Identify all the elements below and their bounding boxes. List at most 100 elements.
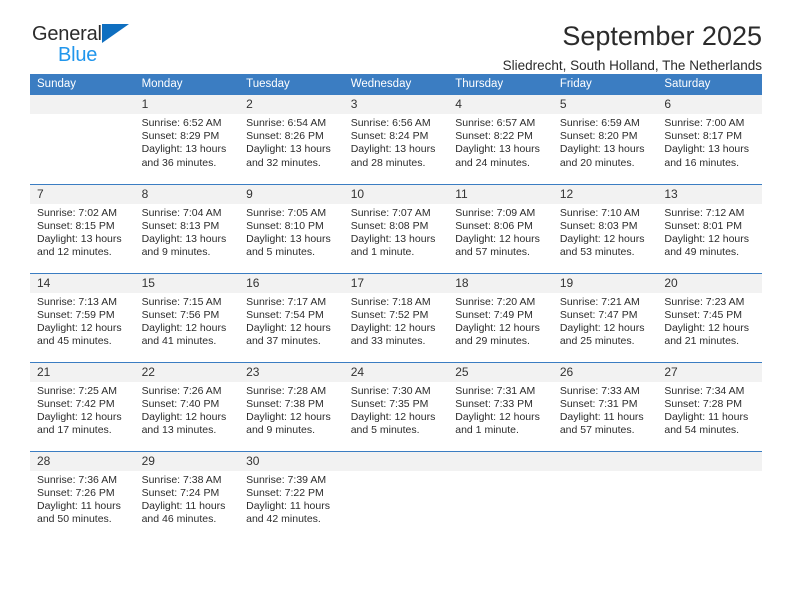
- daylight-text-line2: and 29 minutes.: [455, 335, 530, 348]
- day-cell[interactable]: 24 Sunrise: 7:30 AM Sunset: 7:35 PM Dayligh…: [343, 361, 449, 451]
- day-cell[interactable]: 23 Sunrise: 7:28 AM Sunset: 7:38 PM Dayligh…: [239, 361, 344, 451]
- day-cell[interactable]: 21 Sunrise: 7:25 AM Sunset: 7:42 PM Dayligh…: [30, 361, 135, 451]
- day-number: 12: [552, 184, 658, 204]
- sunrise-text: Sunrise: 7:26 AM: [141, 384, 222, 397]
- day-cell[interactable]: 19 Sunrise: 7:21 AM Sunset: 7:47 PM Dayligh…: [552, 272, 658, 362]
- sunrise-text: Sunrise: 6:52 AM: [141, 117, 222, 129]
- sunset-text: Sunset: 8:10 PM: [246, 219, 324, 232]
- daylight-text-line2: and 42 minutes.: [246, 513, 321, 526]
- day-cell[interactable]: 14 Sunrise: 7:13 AM Sunset: 7:59 PM Dayligh…: [30, 272, 135, 362]
- day-number: 24: [343, 362, 449, 382]
- day-details: Sunrise: 6:56 AM Sunset: 8:24 PM Daylight:…: [344, 114, 449, 170]
- day-details: Sunrise: 7:34 AM Sunset: 7:28 PM Daylight:…: [657, 382, 762, 438]
- calendar-header: Sunday Monday Tuesday Wednesday Thursday…: [30, 74, 762, 95]
- sunrise-text: Sunrise: 7:34 AM: [664, 384, 745, 397]
- weekday-header-wednesday: Wednesday: [343, 74, 449, 95]
- day-cell[interactable]: 26 Sunrise: 7:33 AM Sunset: 7:31 PM Dayligh…: [552, 361, 658, 451]
- sunset-text: Sunset: 7:26 PM: [37, 486, 115, 499]
- day-number: 29: [134, 451, 240, 471]
- sunset-text: Sunset: 8:15 PM: [37, 219, 115, 232]
- day-details: Sunrise: 7:02 AM Sunset: 8:15 PM Daylight:…: [30, 204, 135, 260]
- day-details: Sunrise: 7:12 AM Sunset: 8:01 PM Daylight:…: [657, 204, 762, 260]
- day-cell[interactable]: 25 Sunrise: 7:31 AM Sunset: 7:33 PM Dayligh…: [448, 361, 553, 451]
- logo-blue-text: Blue: [58, 44, 98, 66]
- day-details: Sunrise: 6:54 AM Sunset: 8:26 PM Daylight:…: [239, 114, 344, 170]
- day-cell[interactable]: 1 Sunrise: 6:52 AM Sunset: 8:29 PM Daylight…: [134, 95, 240, 184]
- day-cell-empty: [657, 450, 762, 540]
- day-cell[interactable]: 7 Sunrise: 7:02 AM Sunset: 8:15 PM Daylight…: [30, 183, 135, 273]
- weekday-header-thursday: Thursday: [448, 74, 553, 95]
- daylight-text-line2: and 12 minutes.: [37, 246, 112, 259]
- day-details: Sunrise: 6:57 AM Sunset: 8:22 PM Daylight:…: [448, 114, 553, 170]
- daylight-text-line2: and 46 minutes.: [141, 513, 217, 526]
- day-number: 3: [343, 95, 449, 114]
- day-cell[interactable]: 12 Sunrise: 7:10 AM Sunset: 8:03 PM Dayligh…: [552, 183, 658, 273]
- sunset-text: Sunset: 8:01 PM: [664, 219, 743, 232]
- day-cell[interactable]: 17 Sunrise: 7:18 AM Sunset: 7:52 PM Dayligh…: [343, 272, 449, 362]
- daylight-text-line1: Daylight: 12 hours: [37, 321, 122, 334]
- day-details: Sunrise: 7:20 AM Sunset: 7:49 PM Daylight:…: [448, 293, 553, 349]
- sunrise-text: Sunrise: 7:07 AM: [350, 206, 431, 219]
- day-cell[interactable]: 10 Sunrise: 7:07 AM Sunset: 8:08 PM Dayligh…: [343, 183, 449, 273]
- day-number: 27: [657, 362, 762, 382]
- logo-general-text: General: [32, 23, 102, 45]
- daylight-text-line1: Daylight: 12 hours: [455, 232, 540, 245]
- day-details: Sunrise: 7:10 AM Sunset: 8:03 PM Daylight:…: [553, 204, 658, 260]
- day-cell-empty: [343, 450, 449, 540]
- sunrise-text: Sunrise: 7:20 AM: [455, 295, 536, 308]
- day-cell[interactable]: 20 Sunrise: 7:23 AM Sunset: 7:45 PM Dayligh…: [657, 272, 762, 362]
- day-cell[interactable]: 8 Sunrise: 7:04 AM Sunset: 8:13 PM Daylight…: [134, 183, 240, 273]
- daylight-text-line2: and 49 minutes.: [664, 246, 740, 259]
- sunrise-text: Sunrise: 7:23 AM: [664, 295, 745, 308]
- daylight-text-line2: and 28 minutes.: [350, 156, 426, 169]
- day-cell[interactable]: 13 Sunrise: 7:12 AM Sunset: 8:01 PM Dayligh…: [657, 183, 762, 273]
- weekday-header-sunday: Sunday: [30, 74, 135, 95]
- daylight-text-line2: and 5 minutes.: [246, 246, 316, 259]
- day-cell[interactable]: 6 Sunrise: 7:00 AM Sunset: 8:17 PM Daylight…: [657, 95, 762, 184]
- day-cell[interactable]: 5 Sunrise: 6:59 AM Sunset: 8:20 PM Daylight…: [552, 95, 658, 184]
- page-title: September 2025: [562, 21, 762, 51]
- day-cell[interactable]: 27 Sunrise: 7:34 AM Sunset: 7:28 PM Dayligh…: [657, 361, 762, 451]
- sunset-text: Sunset: 8:08 PM: [350, 219, 429, 232]
- day-cell[interactable]: 4 Sunrise: 6:57 AM Sunset: 8:22 PM Daylight…: [448, 95, 553, 184]
- daylight-text-line2: and 16 minutes.: [664, 156, 740, 169]
- daylight-text-line1: Daylight: 12 hours: [141, 410, 227, 423]
- day-cell-empty: [448, 450, 553, 540]
- sunset-text: Sunset: 8:03 PM: [559, 219, 638, 232]
- sunrise-text: Sunrise: 6:57 AM: [455, 117, 536, 129]
- calendar-week-row: 14 Sunrise: 7:13 AM Sunset: 7:59 PM Dayligh…: [30, 272, 762, 362]
- day-details: Sunrise: 7:36 AM Sunset: 7:26 PM Daylight:…: [30, 471, 135, 527]
- day-cell[interactable]: 3 Sunrise: 6:56 AM Sunset: 8:24 PM Daylight…: [343, 95, 449, 184]
- day-cell[interactable]: 15 Sunrise: 7:15 AM Sunset: 7:56 PM Dayligh…: [134, 272, 240, 362]
- daylight-text-line1: Daylight: 13 hours: [246, 143, 331, 156]
- page-subtitle: Sliedrecht, South Holland, The Netherlan…: [502, 58, 762, 74]
- daylight-text-line2: and 9 minutes.: [246, 424, 316, 437]
- sunset-text: Sunset: 8:20 PM: [559, 130, 638, 143]
- day-cell[interactable]: 29 Sunrise: 7:38 AM Sunset: 7:24 PM Dayligh…: [134, 450, 240, 540]
- day-cell-empty: [30, 95, 135, 184]
- daylight-text-line2: and 57 minutes.: [455, 246, 530, 259]
- day-cell[interactable]: 9 Sunrise: 7:05 AM Sunset: 8:10 PM Daylight…: [239, 183, 344, 273]
- day-cell[interactable]: 16 Sunrise: 7:17 AM Sunset: 7:54 PM Dayligh…: [239, 272, 344, 362]
- daylight-text-line1: Daylight: 13 hours: [141, 232, 227, 245]
- day-details: Sunrise: 7:38 AM Sunset: 7:24 PM Daylight:…: [135, 471, 240, 527]
- daylight-text-line1: Daylight: 13 hours: [559, 143, 645, 156]
- daylight-text-line1: Daylight: 12 hours: [246, 410, 331, 423]
- daylight-text-line1: Daylight: 12 hours: [455, 410, 540, 423]
- calendar-week-row: 7 Sunrise: 7:02 AM Sunset: 8:15 PM Daylight…: [30, 183, 762, 273]
- sunset-text: Sunset: 7:40 PM: [141, 397, 220, 410]
- day-cell[interactable]: 2 Sunrise: 6:54 AM Sunset: 8:26 PM Daylight…: [239, 95, 344, 184]
- day-cell[interactable]: 18 Sunrise: 7:20 AM Sunset: 7:49 PM Dayligh…: [448, 272, 553, 362]
- general-blue-logo[interactable]: General Blue: [30, 22, 152, 65]
- day-cell[interactable]: 11 Sunrise: 7:09 AM Sunset: 8:06 PM Dayligh…: [448, 183, 553, 273]
- day-number: 4: [448, 95, 553, 114]
- day-number: 30: [239, 451, 344, 471]
- day-details: Sunrise: 7:05 AM Sunset: 8:10 PM Daylight:…: [239, 204, 344, 260]
- day-cell[interactable]: 30 Sunrise: 7:39 AM Sunset: 7:22 PM Dayligh…: [239, 450, 344, 540]
- sunrise-text: Sunrise: 7:39 AM: [246, 473, 327, 486]
- sunrise-text: Sunrise: 7:13 AM: [37, 295, 117, 308]
- daylight-text-line1: Daylight: 12 hours: [664, 232, 750, 245]
- daylight-text-line1: Daylight: 12 hours: [246, 321, 331, 334]
- day-cell[interactable]: 22 Sunrise: 7:26 AM Sunset: 7:40 PM Dayligh…: [134, 361, 240, 451]
- day-cell[interactable]: 28 Sunrise: 7:36 AM Sunset: 7:26 PM Dayligh…: [30, 450, 135, 540]
